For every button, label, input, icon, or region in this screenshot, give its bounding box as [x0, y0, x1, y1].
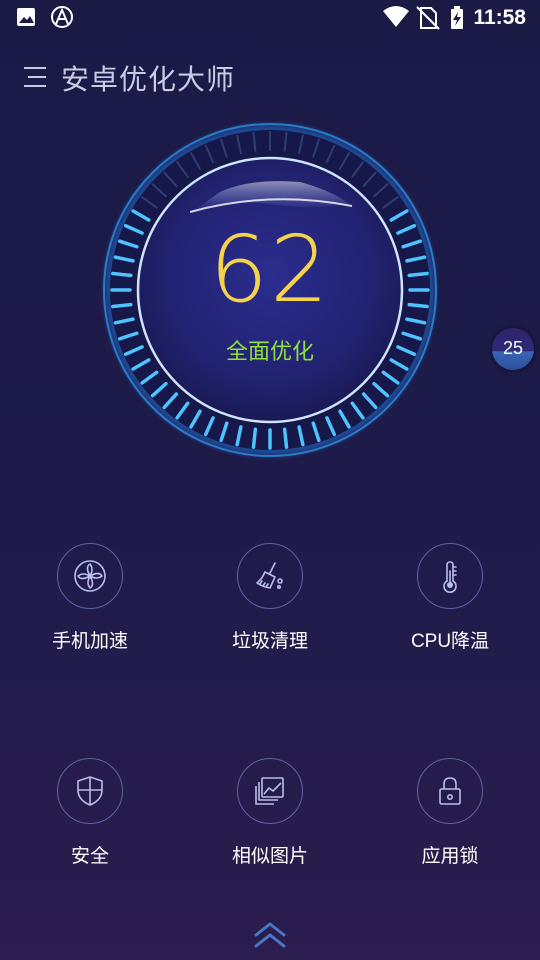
thermometer-icon [443, 561, 457, 593]
feature-label: 手机加速 [51, 631, 128, 652]
status-bar: 11:58 [0, 0, 540, 36]
feature-label: CPU降温 [410, 631, 490, 652]
photos-icon [255, 777, 284, 805]
feature-circle [57, 543, 123, 609]
no-sim-icon [416, 6, 441, 30]
fan-icon [74, 560, 106, 592]
menu-icon[interactable] [24, 62, 46, 90]
feature-junk-clean[interactable]: 垃圾清理 [200, 543, 340, 653]
floating-memory-badge[interactable]: 25 [492, 328, 534, 370]
feature-label: 应用锁 [421, 846, 479, 867]
double-chevron-up-icon[interactable] [252, 920, 288, 950]
status-time: 11:58 [473, 6, 526, 29]
feature-security[interactable]: 安全 [20, 758, 160, 868]
app-header: 安卓优化大师 [0, 56, 540, 100]
feature-label: 安全 [70, 846, 109, 867]
feature-circle [237, 758, 303, 824]
image-notification-icon [17, 8, 35, 26]
status-right: 11:58 [383, 5, 526, 31]
optimize-gauge[interactable]: 62 全面优化 [100, 120, 440, 460]
floating-badge-value: 25 [502, 338, 524, 358]
feature-label: 相似图片 [231, 846, 308, 867]
optimize-all-label: 全面优化 [225, 340, 314, 365]
feature-label: 垃圾清理 [231, 631, 308, 652]
feature-circle [237, 543, 303, 609]
broom-icon [256, 562, 283, 589]
app-notification-icon [51, 6, 73, 28]
feature-circle [417, 758, 483, 824]
health-score: 62 [209, 216, 331, 323]
lock-icon [439, 777, 461, 805]
gauge-tick [251, 427, 258, 449]
feature-cpu-cooling[interactable]: CPU降温 [380, 543, 520, 653]
battery-charging-icon [451, 6, 464, 29]
status-left-icons [16, 6, 76, 34]
feature-circle [57, 758, 123, 824]
shield-icon [77, 776, 103, 806]
wifi-icon [383, 6, 410, 27]
feature-app-lock[interactable]: 应用锁 [380, 758, 520, 868]
feature-similar-photos[interactable]: 相似图片 [200, 758, 340, 868]
app-title: 安卓优化大师 [61, 63, 236, 96]
feature-circle [417, 543, 483, 609]
gauge-tick [282, 427, 289, 449]
feature-phone-boost[interactable]: 手机加速 [20, 543, 160, 653]
